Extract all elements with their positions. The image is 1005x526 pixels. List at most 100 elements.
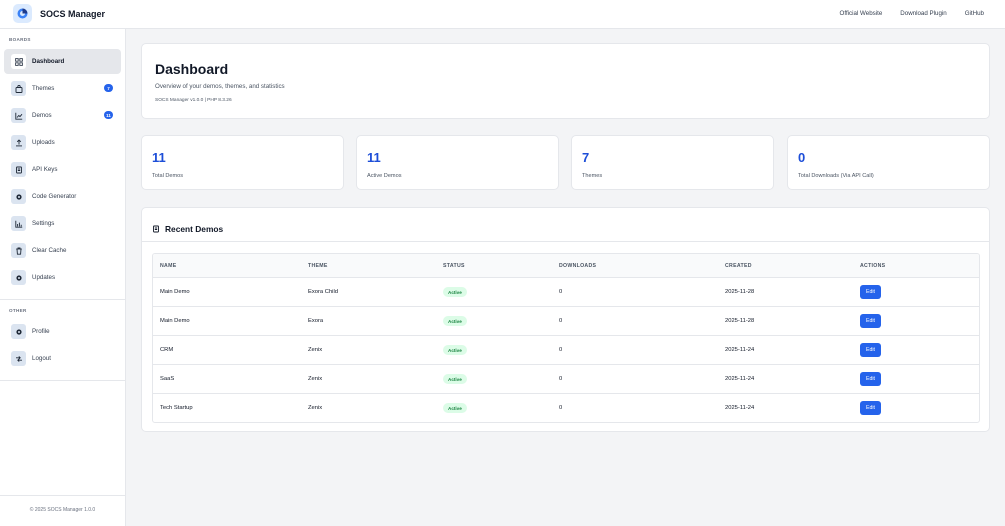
document-icon (152, 220, 160, 238)
app-title: SOCS Manager (40, 8, 106, 19)
recent-demos-header: Recent Demos (152, 220, 223, 238)
top-nav: Official Website Download Plugin GitHub (840, 10, 984, 17)
cell-theme: Zenix (308, 347, 323, 353)
column-header-created: CREATED (725, 263, 752, 269)
recent-demos-title: Recent Demos (165, 224, 224, 234)
cell-downloads: 0 (559, 318, 563, 324)
edit-button[interactable]: Edit (860, 372, 881, 386)
table-row: Main Demo Exora Child Active 0 2025-11-2… (153, 278, 979, 307)
sidebar-item-label: Settings (32, 219, 55, 227)
sidebar-item-code-generator[interactable]: Code Generator (4, 184, 121, 209)
stat-label: Total Downloads (Via API Call) (798, 173, 874, 179)
bar-chart-icon (11, 216, 26, 231)
edit-button[interactable]: Edit (860, 314, 881, 328)
column-header-actions: ACTIONS (860, 263, 886, 269)
sidebar-item-api-keys[interactable]: API Keys (4, 157, 121, 182)
sidebar-item-themes[interactable]: Themes 7 (4, 76, 121, 101)
stat-value: 7 (582, 150, 590, 165)
page-title: Dashboard (155, 61, 229, 77)
status-badge: Active (443, 374, 467, 384)
sidebar-divider (0, 299, 125, 300)
cell-name: Main Demo (160, 318, 190, 324)
sidebar-item-label: Dashboard (32, 57, 65, 65)
other-section-label: OTHER (9, 308, 27, 313)
github-link[interactable]: GitHub (965, 10, 984, 17)
stat-label: Active Demos (367, 173, 402, 179)
column-header-theme: THEME (308, 263, 328, 269)
table-header: NAME THEME STATUS DOWNLOADS CREATED ACTI… (153, 254, 979, 278)
recent-demos-table: NAME THEME STATUS DOWNLOADS CREATED ACTI… (152, 253, 980, 423)
themes-count-badge: 7 (104, 84, 113, 92)
cell-downloads: 0 (559, 289, 563, 295)
sidebar-item-label: Clear Cache (32, 246, 67, 254)
table-row: SaaS Zenix Active 0 2025-11-24 Edit (153, 365, 979, 394)
cell-downloads: 0 (559, 376, 563, 382)
cell-created: 2025-11-24 (725, 347, 755, 353)
edit-button[interactable]: Edit (860, 343, 881, 357)
sidebar-item-settings[interactable]: Settings (4, 211, 121, 236)
sidebar-item-profile[interactable]: Profile (4, 319, 121, 344)
official-website-link[interactable]: Official Website (840, 10, 883, 17)
download-plugin-link[interactable]: Download Plugin (900, 10, 946, 17)
sidebar-item-label: Profile (32, 327, 50, 335)
code-icon (11, 189, 26, 204)
stat-value: 0 (798, 150, 806, 165)
stat-card-themes: 7 Themes (571, 135, 774, 190)
sidebar-item-label: Code Generator (32, 192, 77, 200)
cell-theme: Exora (308, 318, 324, 324)
sidebar-item-logout[interactable]: Logout (4, 346, 121, 371)
status-badge: Active (443, 345, 467, 355)
cell-name: Main Demo (160, 289, 190, 295)
grid-icon (11, 54, 26, 69)
cell-name: CRM (160, 347, 174, 353)
sidebar: BOARDS Dashboard Themes 7 Demos 11 Uploa… (0, 29, 126, 526)
sidebar-item-updates[interactable]: Updates (4, 265, 121, 290)
refresh-icon (11, 270, 26, 285)
status-badge: Active (443, 403, 467, 413)
sidebar-item-label: Demos (32, 111, 52, 119)
key-icon (11, 162, 26, 177)
stat-value: 11 (152, 150, 166, 165)
sidebar-item-demos[interactable]: Demos 11 (4, 103, 121, 128)
stat-card-total-downloads: 0 Total Downloads (Via API Call) (787, 135, 990, 190)
sidebar-item-clear-cache[interactable]: Clear Cache (4, 238, 121, 263)
edit-button[interactable]: Edit (860, 401, 881, 415)
page-subtitle: Overview of your demos, themes, and stat… (155, 83, 285, 90)
logout-icon (11, 351, 26, 366)
demos-count-badge: 11 (104, 111, 113, 119)
cell-theme: Zenix (308, 376, 323, 382)
sidebar-item-dashboard[interactable]: Dashboard (4, 49, 121, 74)
status-badge: Active (443, 287, 467, 297)
divider (142, 241, 989, 242)
chart-line-icon (11, 108, 26, 123)
top-bar: SOCS Manager Official Website Download P… (0, 0, 1005, 29)
cell-created: 2025-11-28 (725, 318, 755, 324)
cell-created: 2025-11-28 (725, 289, 755, 295)
dashboard-header-card: Dashboard Overview of your demos, themes… (141, 43, 990, 119)
brand[interactable]: SOCS Manager (13, 4, 105, 23)
table-row: Tech Startup Zenix Active 0 2025-11-24 E… (153, 394, 979, 422)
version-info: SOCS Manager v1.0.0 | PHP 8.3.26 (155, 98, 232, 103)
table-row: Main Demo Exora Active 0 2025-11-28 Edit (153, 307, 979, 336)
user-icon (11, 324, 26, 339)
stat-value: 11 (367, 150, 381, 165)
logo-icon (13, 4, 32, 23)
bag-icon (11, 81, 26, 96)
cell-name: Tech Startup (160, 405, 193, 411)
sidebar-item-label: Uploads (32, 138, 55, 146)
stat-card-active-demos: 11 Active Demos (356, 135, 559, 190)
column-header-status: STATUS (443, 263, 465, 269)
sidebar-item-uploads[interactable]: Uploads (4, 130, 121, 155)
recent-demos-card: Recent Demos NAME THEME STATUS DOWNLOADS… (141, 207, 990, 432)
trash-icon (11, 243, 26, 258)
upload-icon (11, 135, 26, 150)
stat-label: Themes (582, 173, 603, 179)
column-header-downloads: DOWNLOADS (559, 263, 597, 269)
sidebar-item-label: Logout (32, 354, 51, 362)
stat-card-total-demos: 11 Total Demos (141, 135, 344, 190)
edit-button[interactable]: Edit (860, 285, 881, 299)
cell-downloads: 0 (559, 347, 563, 353)
sidebar-item-label: Themes (32, 84, 55, 92)
sidebar-footer: © 2025 SOCS Manager 1.0.0 (29, 507, 96, 513)
sidebar-item-label: API Keys (32, 165, 58, 173)
